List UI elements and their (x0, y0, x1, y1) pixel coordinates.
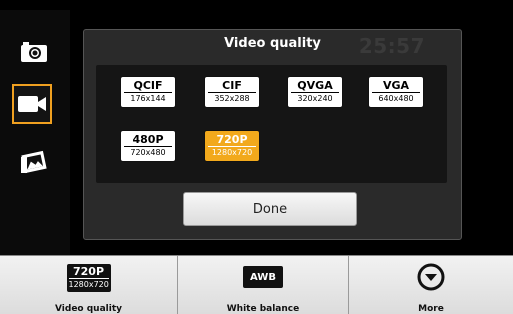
video-quality-setting[interactable]: 720P 1280x720 Video quality (0, 256, 177, 314)
quality-options-grid: QCIF 176x144 CIF 352x288 QVGA 320x240 VG… (96, 65, 447, 183)
chevron-down-circle-icon (417, 263, 445, 291)
quality-option-720p[interactable]: 720P 1280x720 (205, 131, 259, 161)
quality-option-qcif[interactable]: QCIF 176x144 (121, 77, 175, 107)
top-band (0, 0, 513, 10)
quality-option-qvga[interactable]: QVGA 320x240 (288, 77, 342, 107)
option-name: 480P (132, 133, 164, 146)
option-resolution: 320x240 (291, 92, 339, 104)
quality-option-480p[interactable]: 480P 720x480 (121, 131, 175, 161)
quality-badge-name: 720P (72, 265, 105, 278)
camera-mode-button[interactable] (13, 32, 55, 72)
quality-option-vga[interactable]: VGA 640x480 (369, 77, 423, 107)
gallery-icon (21, 150, 47, 174)
option-name: VGA (382, 79, 410, 92)
recording-timer: 25:57 (358, 34, 425, 58)
done-button[interactable]: Done (183, 192, 357, 226)
option-resolution: 352x288 (208, 92, 256, 104)
quality-badge-resolution: 1280x720 (68, 278, 109, 289)
quality-badge: 720P 1280x720 (66, 264, 111, 292)
more-setting[interactable]: More (349, 256, 513, 314)
settings-bar: 720P 1280x720 Video quality AWB White ba… (0, 255, 513, 314)
option-name: CIF (222, 79, 242, 92)
option-resolution: 640x480 (372, 92, 420, 104)
gallery-mode-button[interactable] (13, 142, 55, 182)
camera-icon (21, 42, 47, 62)
mode-bar (0, 10, 70, 255)
option-resolution: 720x480 (124, 146, 172, 158)
video-camera-icon (18, 96, 46, 112)
awb-badge: AWB (243, 266, 283, 288)
option-resolution: 1280x720 (208, 146, 256, 158)
video-quality-dialog: Video quality 25:57 QCIF 176x144 CIF 352… (83, 29, 462, 240)
option-name: QCIF (133, 79, 163, 92)
quality-option-cif[interactable]: CIF 352x288 (205, 77, 259, 107)
video-mode-button[interactable] (12, 84, 52, 124)
option-name: 720P (216, 133, 248, 146)
white-balance-setting[interactable]: AWB White balance (178, 256, 348, 314)
option-name: QVGA (297, 79, 333, 92)
option-resolution: 176x144 (124, 92, 172, 104)
